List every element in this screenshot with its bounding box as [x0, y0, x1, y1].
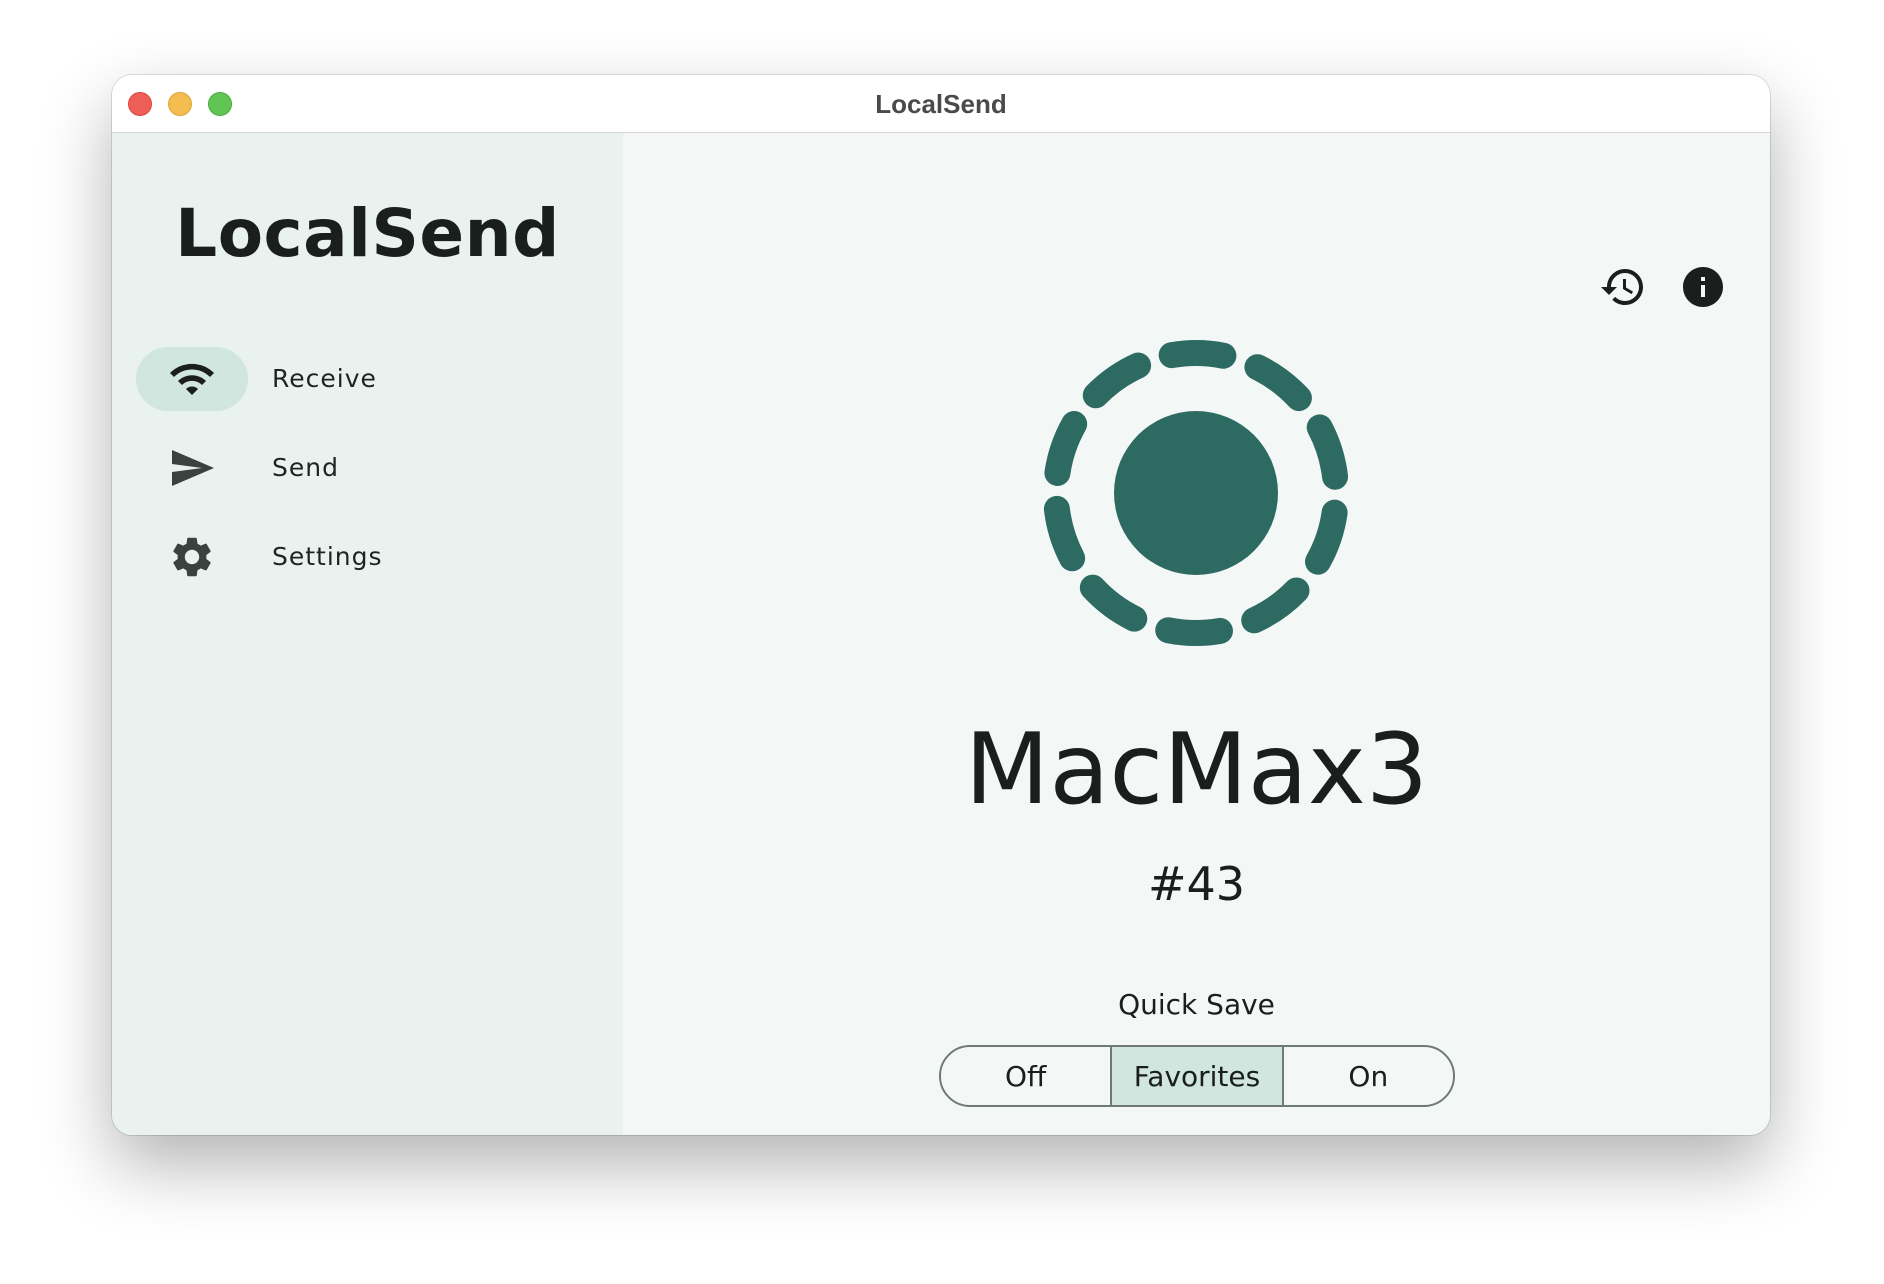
- gear-icon: [173, 537, 211, 577]
- send-icon: [172, 450, 214, 486]
- info-icon[interactable]: [1679, 263, 1727, 311]
- receive-panel: MacMax3 #43 Quick Save Off Favorites On: [623, 133, 1770, 1135]
- wifi-icon: [170, 363, 214, 395]
- quick-save-on-option[interactable]: On: [1281, 1047, 1453, 1105]
- device-id: #43: [1147, 857, 1246, 911]
- sidebar-item-label: Settings: [272, 542, 383, 571]
- sidebar-item-receive[interactable]: Receive: [136, 347, 596, 411]
- sidebar: LocalSend Receive Send Settings: [112, 133, 623, 1135]
- sidebar-item-send[interactable]: Send: [136, 436, 596, 500]
- sidebar-item-label: Receive: [272, 364, 377, 393]
- logo-center-dot: [1114, 411, 1278, 575]
- quick-save-toggle: Off Favorites On: [939, 1045, 1455, 1107]
- window-title: LocalSend: [875, 89, 1007, 119]
- quick-save-favorites-option[interactable]: Favorites: [1110, 1047, 1282, 1105]
- sidebar-item-settings[interactable]: Settings: [136, 525, 596, 589]
- app-title: LocalSend: [175, 195, 560, 272]
- quick-save-label: Quick Save: [1118, 988, 1275, 1021]
- history-icon[interactable]: [1599, 263, 1647, 311]
- device-name: MacMax3: [964, 713, 1429, 827]
- quick-save-off-option[interactable]: Off: [941, 1047, 1110, 1105]
- localsend-logo: [1043, 340, 1349, 646]
- sidebar-item-label: Send: [272, 453, 339, 482]
- app-window: LocalSend LocalSend Receive Send Setting…: [112, 75, 1770, 1135]
- title-bar: LocalSend: [112, 75, 1770, 133]
